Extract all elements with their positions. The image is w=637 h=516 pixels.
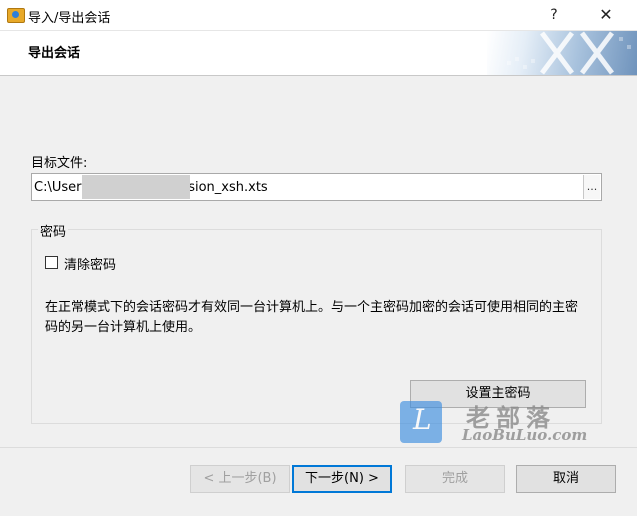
header-banner [487, 31, 637, 75]
next-button[interactable]: 下一步(N) > [292, 465, 392, 493]
close-button[interactable]: ✕ [592, 4, 620, 26]
page-title: 导出会话 [28, 46, 81, 61]
password-group-legend: 密码 [38, 221, 69, 240]
title-bar: 导入/导出会话 ? ✕ [0, 0, 637, 31]
watermark-en-text: LaoBuLuo.com [462, 426, 588, 444]
password-description: 在正常模式下的会话密码才有效同一台计算机上。与一个主密码加密的会话可使用相同的主… [45, 300, 579, 335]
back-button[interactable]: < 上一步(B) [190, 465, 290, 493]
footer-divider [0, 447, 637, 448]
window-title: 导入/导出会话 [28, 11, 111, 26]
target-file-label: 目标文件: [31, 156, 88, 171]
finish-button[interactable]: 完成 [405, 465, 505, 493]
clear-password-checkbox[interactable] [45, 256, 58, 269]
cancel-button[interactable]: 取消 [516, 465, 616, 493]
redacted-area [82, 175, 190, 199]
browse-button[interactable]: ... [583, 175, 600, 199]
app-icon [7, 8, 25, 23]
help-button[interactable]: ? [542, 4, 566, 26]
clear-password-label[interactable]: 清除密码 [64, 254, 116, 273]
watermark-logo-icon: L [400, 401, 442, 443]
xshell-logo-icon [507, 31, 631, 75]
target-file-field: ... [31, 173, 602, 201]
watermark: L 老部落 LaoBuLuo.com [400, 398, 610, 446]
wizard-header: 导出会话 [0, 31, 637, 76]
